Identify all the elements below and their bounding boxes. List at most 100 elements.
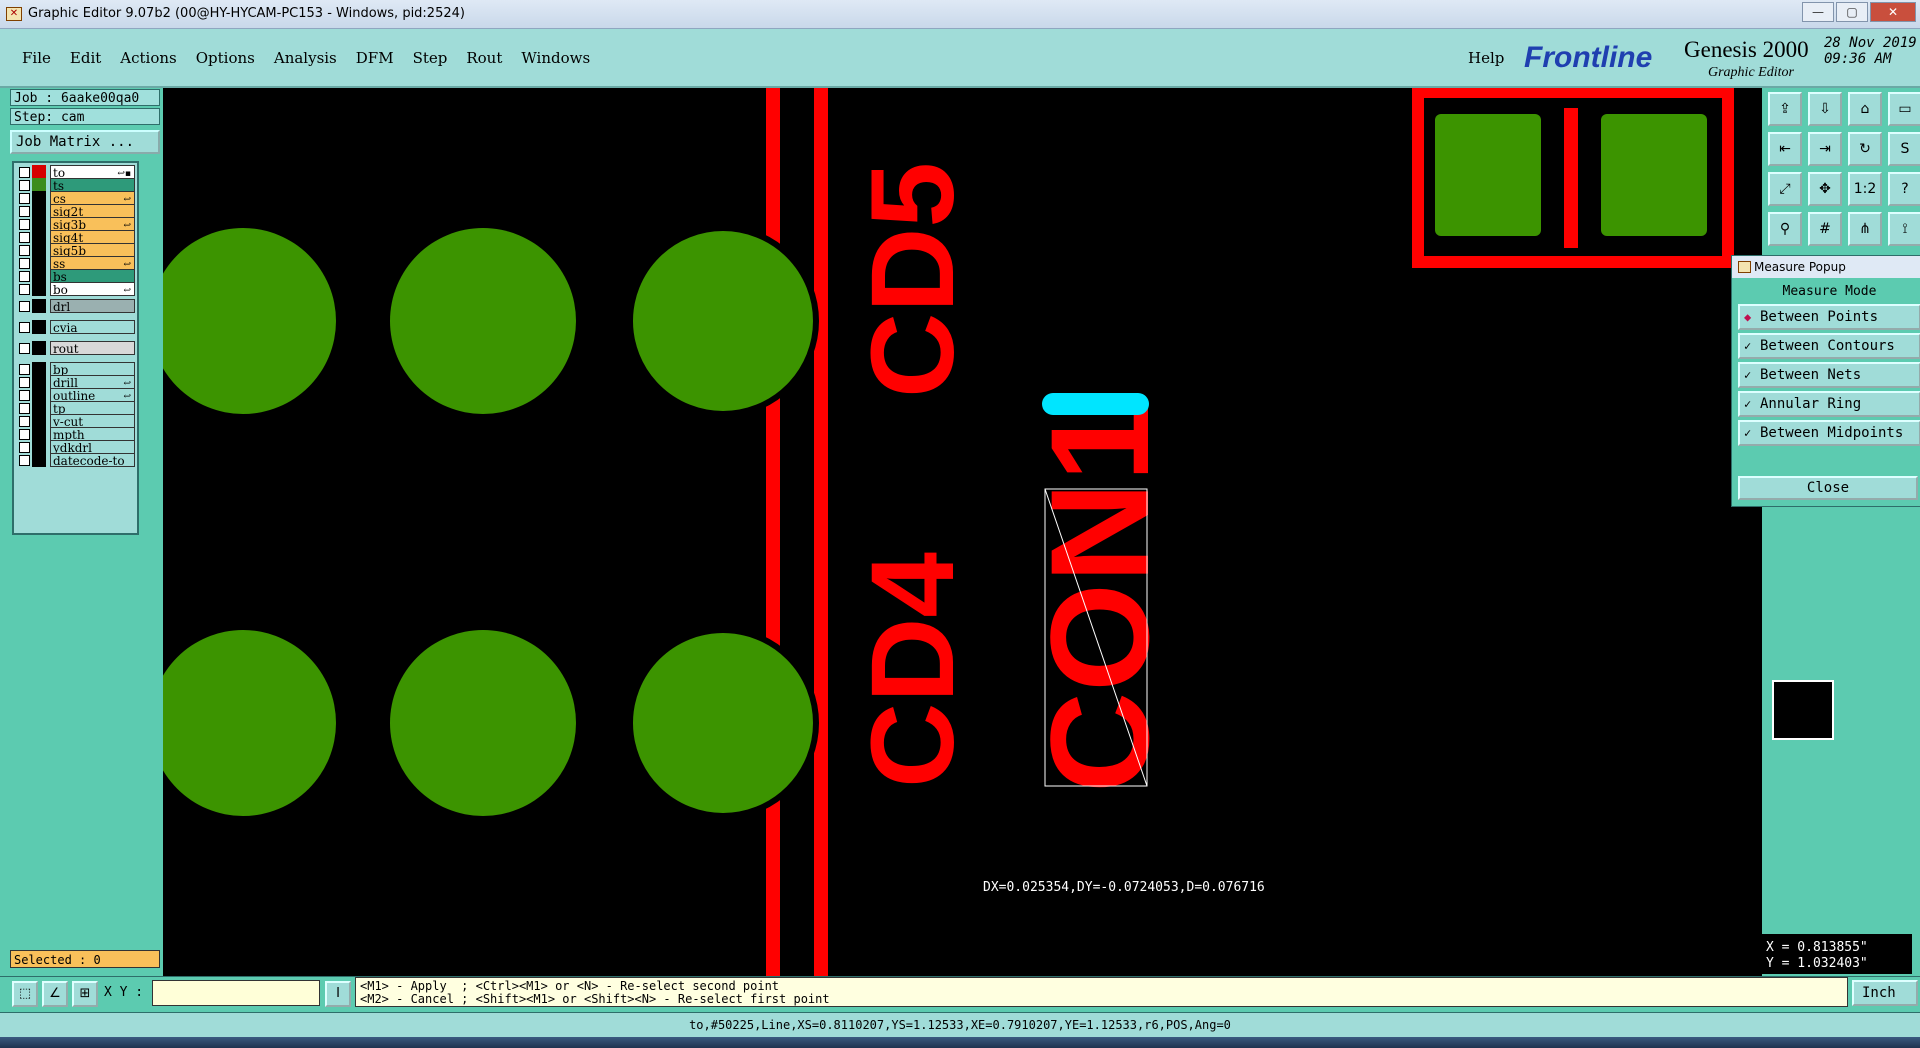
menu-file[interactable]: File: [22, 49, 51, 67]
snap-grid-icon[interactable]: ⊞: [72, 981, 98, 1007]
tool-pan-left-icon[interactable]: ⇤: [1768, 132, 1802, 166]
minimize-button[interactable]: —: [1802, 2, 1834, 22]
tool-measure-icon[interactable]: ⚲: [1768, 212, 1802, 246]
tool-zoom-out-icon[interactable]: ⇩: [1808, 92, 1842, 126]
menu-windows[interactable]: Windows: [521, 49, 590, 67]
layer-checkbox[interactable]: [19, 245, 30, 256]
layer-checkbox[interactable]: [19, 455, 30, 466]
layer-row-to[interactable]: to ↩▪: [16, 165, 135, 180]
tool-pan-right-icon[interactable]: ⇥: [1808, 132, 1842, 166]
canvas-svg: CD5 CD4 CON1: [150, 86, 1734, 976]
mini-map[interactable]: [1772, 680, 1834, 740]
tool-redraw-icon[interactable]: ↻: [1848, 132, 1882, 166]
hint-line-2: <M2> - Cancel ; <Shift><M1> or <Shift><N…: [360, 992, 830, 1006]
layer-checkbox[interactable]: [19, 232, 30, 243]
date-time: 28 Nov 2019 09:36 AM: [1824, 35, 1917, 67]
check-icon: ✓: [1744, 397, 1752, 411]
menu-help[interactable]: Help: [1468, 49, 1504, 67]
tool-window-icon[interactable]: ▭: [1888, 92, 1920, 126]
popup-icon: [1738, 261, 1751, 273]
tool-help-icon[interactable]: ?: [1888, 172, 1920, 206]
menu-options[interactable]: Options: [196, 49, 255, 67]
layer-checkbox[interactable]: [19, 271, 30, 282]
layer-row-sig4t[interactable]: sig4t: [16, 230, 135, 245]
layer-row-v-cut[interactable]: v-cut: [16, 414, 135, 429]
maximize-button[interactable]: ▢: [1836, 2, 1868, 22]
layer-row-bp[interactable]: bp: [16, 362, 135, 377]
tool-snap-icon[interactable]: S: [1888, 132, 1920, 166]
option-between-midpoints[interactable]: ✓ Between Midpoints: [1738, 420, 1920, 446]
layer-checkbox[interactable]: [19, 193, 30, 204]
graphic-canvas[interactable]: CD5 CD4 CON1 DX=0.025354,DY=-0.0724053,D…: [150, 86, 1762, 976]
xy-input[interactable]: [152, 980, 320, 1006]
layer-row-drill[interactable]: drill ↩: [16, 375, 135, 390]
option-annular-ring[interactable]: ✓ Annular Ring: [1738, 391, 1920, 417]
layer-checkbox[interactable]: [19, 403, 30, 414]
layer-checkbox[interactable]: [19, 429, 30, 440]
menu-edit[interactable]: Edit: [70, 49, 101, 67]
product-name: Genesis 2000: [1684, 37, 1809, 62]
menu-step[interactable]: Step: [413, 49, 448, 67]
layer-row-datecode-to[interactable]: datecode-to: [16, 453, 135, 468]
layer-checkbox[interactable]: [19, 301, 30, 312]
layer-color-swatch: [32, 269, 46, 283]
menu-dfm[interactable]: DFM: [356, 49, 394, 67]
layer-row-ydkdrl[interactable]: ydkdrl: [16, 440, 135, 455]
layer-row-cvia[interactable]: cvia: [16, 320, 135, 335]
layer-checkbox[interactable]: [19, 343, 30, 354]
pad: [150, 630, 336, 816]
layer-checkbox[interactable]: [19, 284, 30, 295]
app-icon: ✕: [6, 7, 22, 21]
select-mode-icon[interactable]: ⬚: [12, 981, 38, 1007]
close-window-button[interactable]: ✕: [1870, 2, 1916, 22]
tool-fit-icon[interactable]: ⤢: [1768, 172, 1802, 206]
layer-checkbox[interactable]: [19, 442, 30, 453]
layer-row-cs[interactable]: cs ↩: [16, 191, 135, 206]
layer-row-ts[interactable]: ts: [16, 178, 135, 193]
layer-row-bo[interactable]: bo ↩: [16, 282, 135, 297]
layer-checkbox[interactable]: [19, 390, 30, 401]
tool-center-icon[interactable]: ✥: [1808, 172, 1842, 206]
layer-checkbox[interactable]: [19, 206, 30, 217]
tool-home-icon[interactable]: ⌂: [1848, 92, 1882, 126]
layer-row-bs[interactable]: bs: [16, 269, 135, 284]
units-select[interactable]: Inch: [1852, 980, 1918, 1006]
menu-analysis[interactable]: Analysis: [274, 49, 337, 67]
menu-actions[interactable]: Actions: [120, 49, 176, 67]
layer-checkbox[interactable]: [19, 322, 30, 333]
tool-route-icon[interactable]: ⟟: [1888, 212, 1920, 246]
layer-row-outline[interactable]: outline ↩: [16, 388, 135, 403]
layer-checkbox[interactable]: [19, 364, 30, 375]
option-between-points[interactable]: ◆ Between Points: [1738, 304, 1920, 330]
layer-row-mpth[interactable]: mpth: [16, 427, 135, 442]
tool-grid-icon[interactable]: #: [1808, 212, 1842, 246]
layer-row-drl[interactable]: drl: [16, 299, 135, 314]
layer-checkbox[interactable]: [19, 180, 30, 191]
layer-row-sig3b[interactable]: sig3b ↩: [16, 217, 135, 232]
angle-mode-icon[interactable]: ∠: [42, 981, 68, 1007]
layer-name: sig5b: [50, 243, 135, 258]
layer-row-sig2t[interactable]: sig2t: [16, 204, 135, 219]
layer-name: tp: [50, 401, 135, 416]
option-between-nets[interactable]: ✓ Between Nets: [1738, 362, 1920, 388]
layer-row-tp[interactable]: tp: [16, 401, 135, 416]
layer-checkbox[interactable]: [19, 258, 30, 269]
layer-row-rout[interactable]: rout: [16, 341, 135, 356]
tool-scale-icon[interactable]: 1:2: [1848, 172, 1882, 206]
layer-checkbox[interactable]: [19, 416, 30, 427]
option-between-contours[interactable]: ✓ Between Contours: [1738, 333, 1920, 359]
cursor-icon[interactable]: I: [325, 981, 351, 1007]
layer-color-swatch: [32, 282, 46, 296]
tool-net-icon[interactable]: ⋔: [1848, 212, 1882, 246]
layer-checkbox[interactable]: [19, 167, 30, 178]
window-title-bar: ✕ Graphic Editor 9.07b2 (00@HY-HYCAM-PC1…: [0, 0, 1920, 29]
measure-popup-title-bar: Measure Popup: [1732, 256, 1920, 278]
menu-rout[interactable]: Rout: [466, 49, 502, 67]
measure-close-button[interactable]: Close: [1738, 476, 1918, 500]
job-matrix-button[interactable]: Job Matrix ...: [10, 130, 160, 154]
layer-checkbox[interactable]: [19, 219, 30, 230]
layer-checkbox[interactable]: [19, 377, 30, 388]
layer-row-ss[interactable]: ss ↩: [16, 256, 135, 271]
tool-zoom-in-icon[interactable]: ⇪: [1768, 92, 1802, 126]
layer-row-sig5b[interactable]: sig5b: [16, 243, 135, 258]
